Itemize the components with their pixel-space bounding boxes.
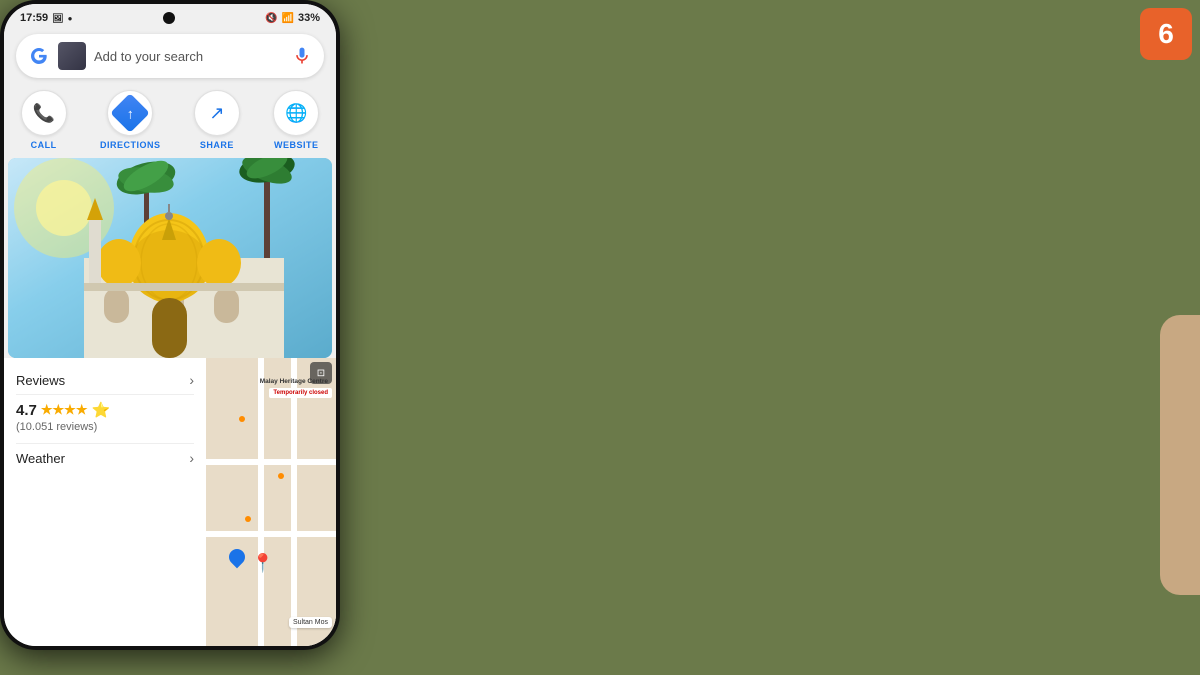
wifi-icon: 📶 [282,13,294,24]
map-road-horizontal [206,459,336,465]
status-right: 🔇 📶 33% [265,12,320,24]
search-thumbnail [58,42,86,70]
globe-icon: 🌐 [285,103,307,124]
reviews-label: Reviews [16,373,65,388]
rating-row: 4.7 ★★★★⭐ (10.051 reviews) [16,395,194,439]
map-direction-icon [226,546,249,569]
expand-icon: ⊡ [317,368,325,379]
map-dot-2 [278,473,284,479]
map-dot-3 [245,516,251,522]
search-placeholder[interactable]: Add to your search [94,49,284,64]
notification-icons: 🖼 [52,13,63,24]
website-label: WEBSITE [274,140,319,150]
phone-icon: 📞 [32,103,54,124]
phone-body: 17:59 🖼 ● 🔇 📶 33% [0,0,340,650]
weather-row[interactable]: Weather › [16,443,194,472]
website-circle[interactable]: 🌐 [273,90,319,136]
time: 17:59 [20,12,48,24]
share-circle[interactable]: ↗ [194,90,240,136]
half-star-icon: ⭐ [91,401,110,419]
directions-label: DIRECTIONS [100,140,161,150]
weather-chevron: › [189,450,194,466]
mute-icon: 🔇 [265,13,277,24]
search-bar-container: Add to your search [4,28,336,84]
mosque-svg [8,158,332,358]
bottom-left: Reviews › 4.7 ★★★★⭐ (10.051 reviews) Wea… [4,358,206,646]
temp-closed-label: Temporarily closed [269,388,332,398]
directions-diamond-icon: ↑ [110,93,150,133]
status-bar: 17:59 🖼 ● 🔇 📶 33% [4,4,336,28]
website-button[interactable]: 🌐 WEBSITE [273,90,319,150]
action-buttons: 📞 CALL ↑ DIRECTIONS ↗ SHARE [4,84,336,158]
reviews-chevron: › [189,372,194,388]
map-road-horizontal-2 [206,531,336,537]
status-dots: ● [68,14,73,23]
phone-screen: 17:59 🖼 ● 🔇 📶 33% [4,4,336,646]
sultan-mosque-label: Sultan Mos [289,617,332,628]
map-dot-1 [239,416,245,422]
map-road-vertical [258,358,264,646]
map-expand-button[interactable]: ⊡ [310,362,332,384]
map-preview-container[interactable]: Malay Heritage Centre Temporarily closed… [206,358,336,646]
directions-circle[interactable]: ↑ [107,90,153,136]
call-circle[interactable]: 📞 [21,90,67,136]
share-button[interactable]: ↗ SHARE [194,90,240,150]
map-road-vertical-2 [291,358,297,646]
star-icons: ★★★★ [41,402,88,418]
share-icon: ↗ [209,103,224,124]
channel-badge: 6 [1140,8,1192,60]
mosque-image[interactable] [8,158,332,358]
call-button[interactable]: 📞 CALL [21,90,67,150]
share-label: SHARE [200,140,234,150]
rating-number: 4.7 ★★★★⭐ [16,401,194,419]
bottom-panel: Reviews › 4.7 ★★★★⭐ (10.051 reviews) Wea… [4,358,336,646]
map-pin-red: 📍 [252,553,274,574]
google-logo [28,45,50,67]
rating-value: 4.7 [16,402,37,419]
search-input[interactable]: Add to your search [16,34,324,78]
weather-label: Weather [16,451,65,466]
status-left: 17:59 🖼 ● [20,12,72,24]
camera-notch [163,12,175,24]
mic-icon[interactable] [292,46,312,66]
directions-arrow-icon: ↑ [127,105,134,121]
directions-button[interactable]: ↑ DIRECTIONS [100,90,161,150]
reviews-count: (10.051 reviews) [16,421,194,433]
battery: 33% [298,12,320,24]
reviews-row[interactable]: Reviews › [16,366,194,395]
map-preview[interactable]: Malay Heritage Centre Temporarily closed… [206,358,336,646]
hand-right [1160,315,1200,595]
call-label: CALL [31,140,57,150]
